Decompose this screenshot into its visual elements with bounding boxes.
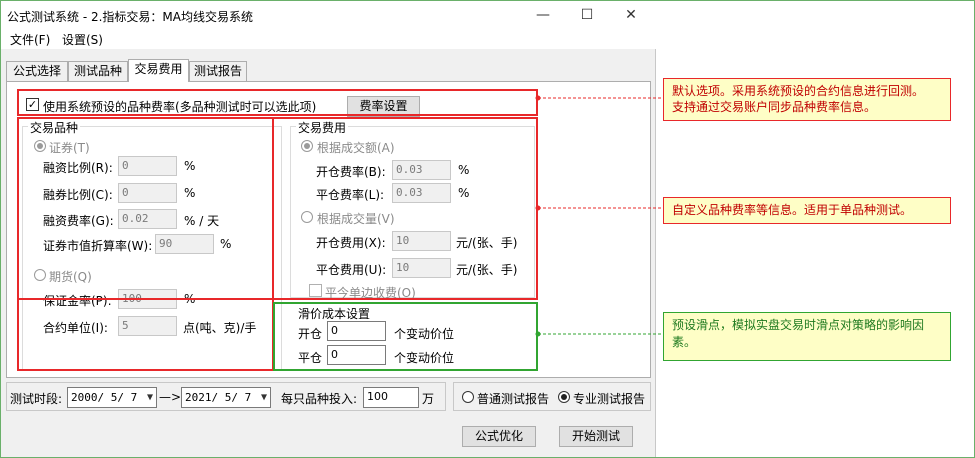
annotation-connectors [535,95,663,337]
